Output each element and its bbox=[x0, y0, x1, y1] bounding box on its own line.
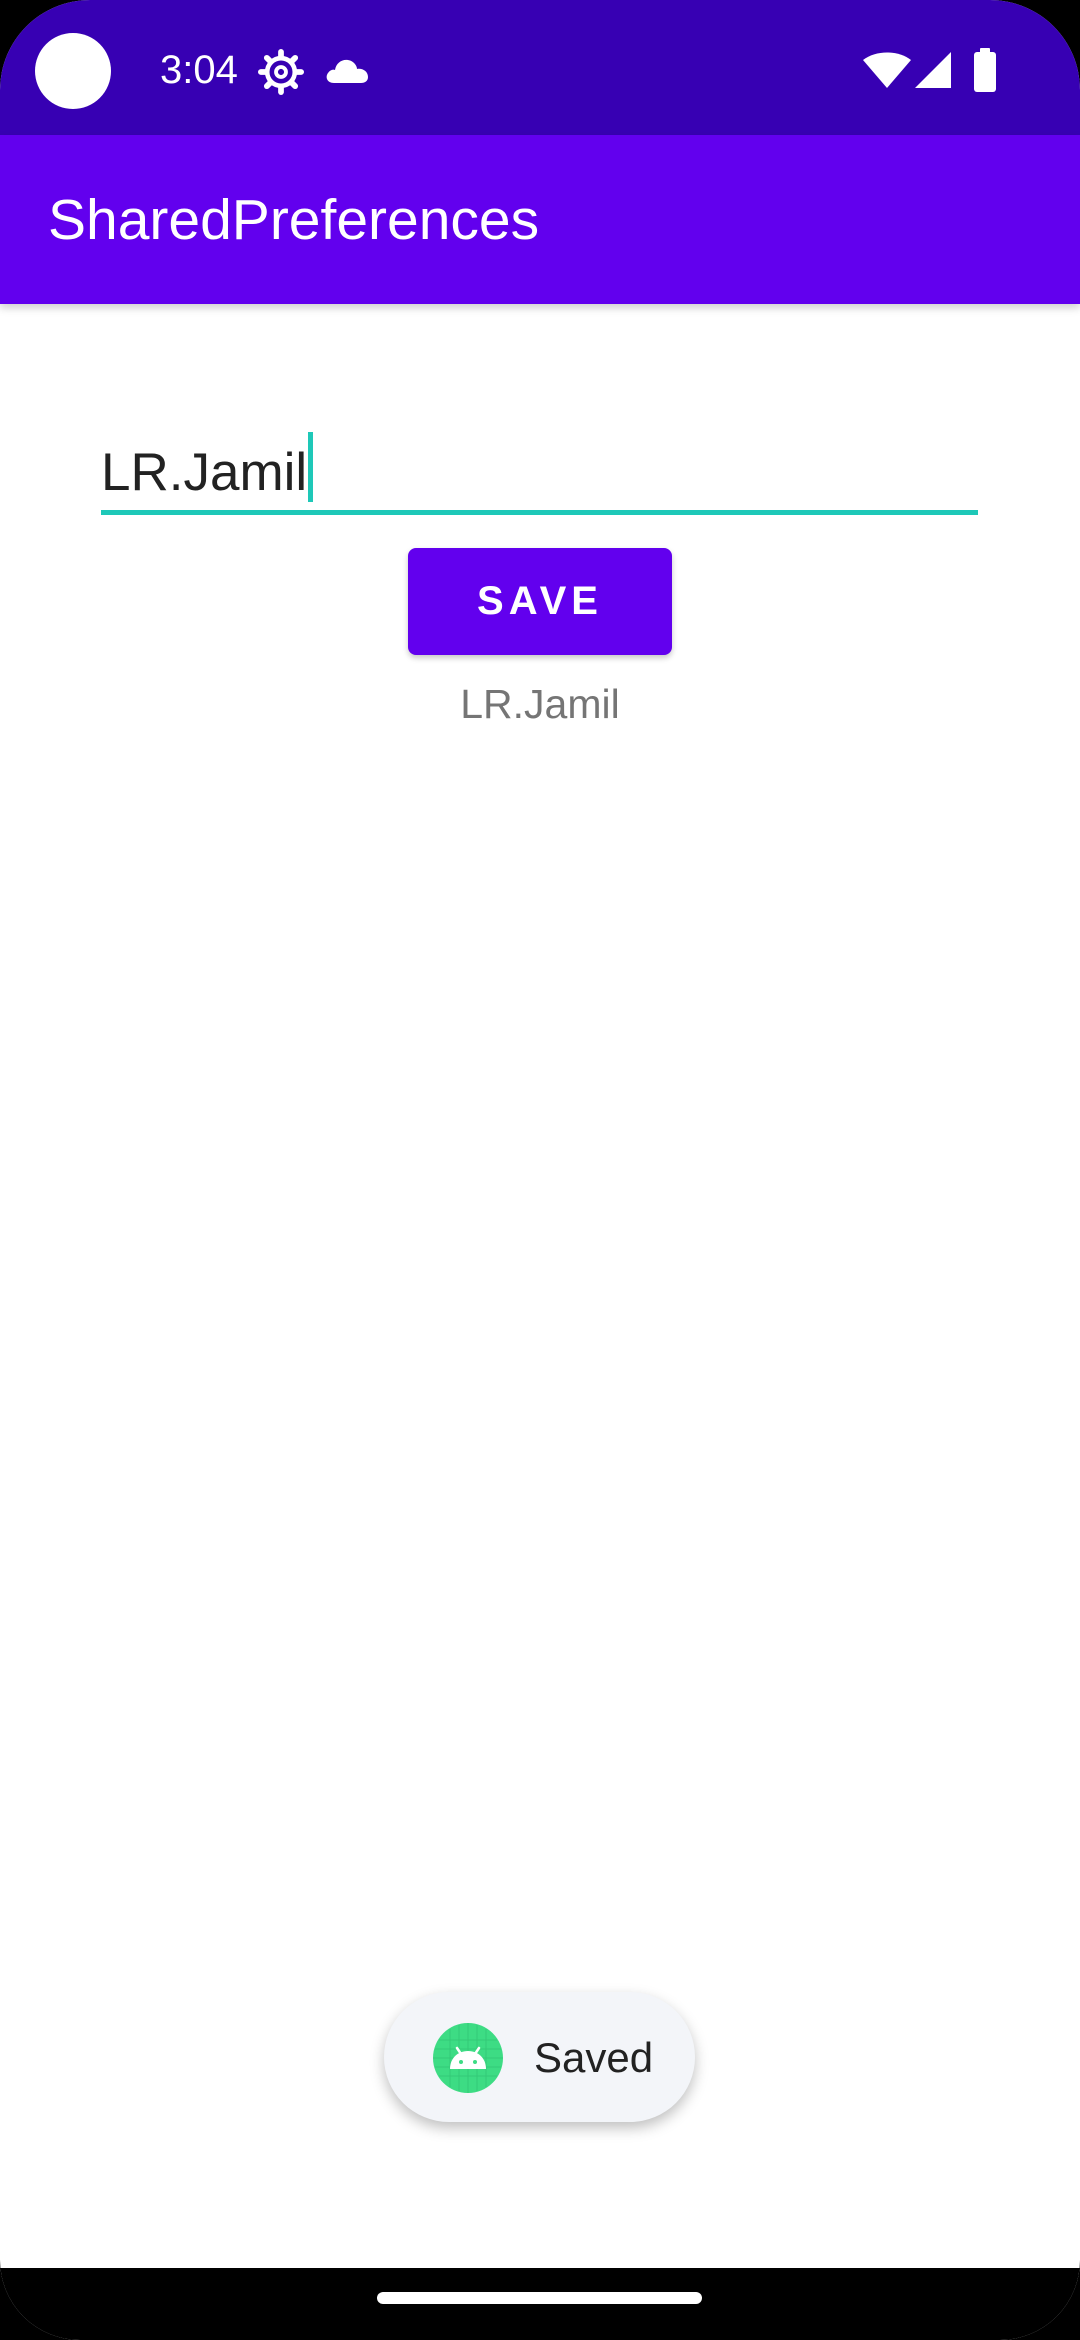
signal-icon bbox=[915, 52, 951, 88]
app-bar: SharedPreferences bbox=[0, 135, 1080, 304]
app-title: SharedPreferences bbox=[48, 188, 540, 252]
status-time: 3:04 bbox=[160, 48, 238, 92]
android-icon bbox=[433, 2023, 503, 2093]
saved-value-text: LR.Jamil bbox=[460, 681, 620, 727]
toast: Saved bbox=[384, 1992, 695, 2122]
battery-icon bbox=[974, 48, 996, 92]
name-input[interactable]: LR.Jamil bbox=[101, 418, 978, 515]
toast-message: Saved bbox=[534, 2034, 654, 2081]
name-input-text: LR.Jamil bbox=[101, 432, 314, 505]
name-input-value: LR.Jamil bbox=[101, 443, 308, 502]
home-gesture-handle[interactable] bbox=[377, 2292, 702, 2304]
settings-gear-icon bbox=[258, 49, 304, 95]
phone-screen: 3:04 SharedPreferences LR.Jamil SAVE LR.… bbox=[0, 0, 1080, 2340]
cloud-icon bbox=[326, 59, 368, 83]
save-button[interactable]: SAVE bbox=[408, 548, 672, 655]
wifi-icon bbox=[863, 52, 911, 88]
status-bar: 3:04 bbox=[0, 0, 1080, 135]
camera-cutout bbox=[35, 33, 111, 109]
navigation-bar bbox=[0, 2268, 1080, 2340]
text-cursor bbox=[308, 432, 314, 502]
